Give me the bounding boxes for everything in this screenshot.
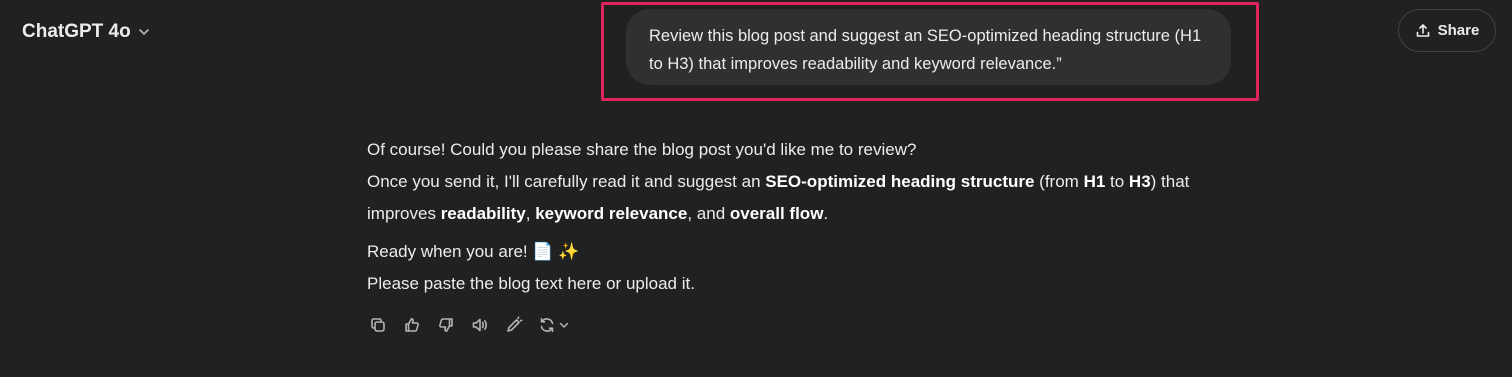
text-segment: (from <box>1034 172 1084 191</box>
thumbs-down-icon <box>437 316 455 334</box>
bold-segment: readability <box>440 204 526 223</box>
read-aloud-button[interactable] <box>464 311 496 339</box>
assistant-line: Once you send it, I'll carefully read it… <box>367 166 1247 198</box>
regenerate-button[interactable] <box>532 311 576 339</box>
bold-segment: keyword relevance <box>535 204 688 223</box>
regenerate-icon <box>538 316 556 334</box>
share-label: Share <box>1437 22 1480 39</box>
read-aloud-icon <box>471 316 489 334</box>
text-segment: , and <box>687 204 730 223</box>
model-name: ChatGPT 4o <box>22 21 131 42</box>
thumbs-up-button[interactable] <box>396 311 428 339</box>
text-segment: to <box>1105 172 1129 191</box>
edit-canvas-button[interactable] <box>498 311 530 339</box>
assistant-message: Of course! Could you please share the bl… <box>367 134 1247 300</box>
text-segment: Once you send it, I'll carefully read it… <box>367 172 766 191</box>
chevron-down-icon <box>558 319 570 331</box>
assistant-line: improves readability, keyword relevance,… <box>367 198 1247 230</box>
message-actions <box>362 311 576 339</box>
text-segment: improves <box>367 204 441 223</box>
text-segment: . <box>823 204 829 223</box>
thumbs-down-button[interactable] <box>430 311 462 339</box>
text-segment: ) that <box>1150 172 1190 191</box>
chevron-down-icon <box>137 25 151 39</box>
text-segment: , <box>525 204 536 223</box>
share-button[interactable]: Share <box>1398 9 1496 52</box>
bold-segment: H3 <box>1128 172 1151 191</box>
edit-canvas-icon <box>505 316 523 334</box>
assistant-line: Of course! Could you please share the bl… <box>367 140 917 159</box>
copy-icon <box>369 316 387 334</box>
highlight-box <box>601 2 1259 101</box>
model-switcher[interactable]: ChatGPT 4o <box>12 14 161 50</box>
copy-button[interactable] <box>362 311 394 339</box>
share-icon <box>1415 23 1431 39</box>
chat-page: ChatGPT 4o Share Review this blog post a… <box>0 0 1512 377</box>
bold-segment: SEO-optimized heading structure <box>765 172 1035 191</box>
bold-segment: overall flow <box>729 204 824 223</box>
assistant-line: Please paste the blog text here or uploa… <box>367 274 695 293</box>
bold-segment: H1 <box>1083 172 1106 191</box>
assistant-line: Ready when you are! 📄 ✨ <box>367 242 580 261</box>
thumbs-up-icon <box>403 316 421 334</box>
